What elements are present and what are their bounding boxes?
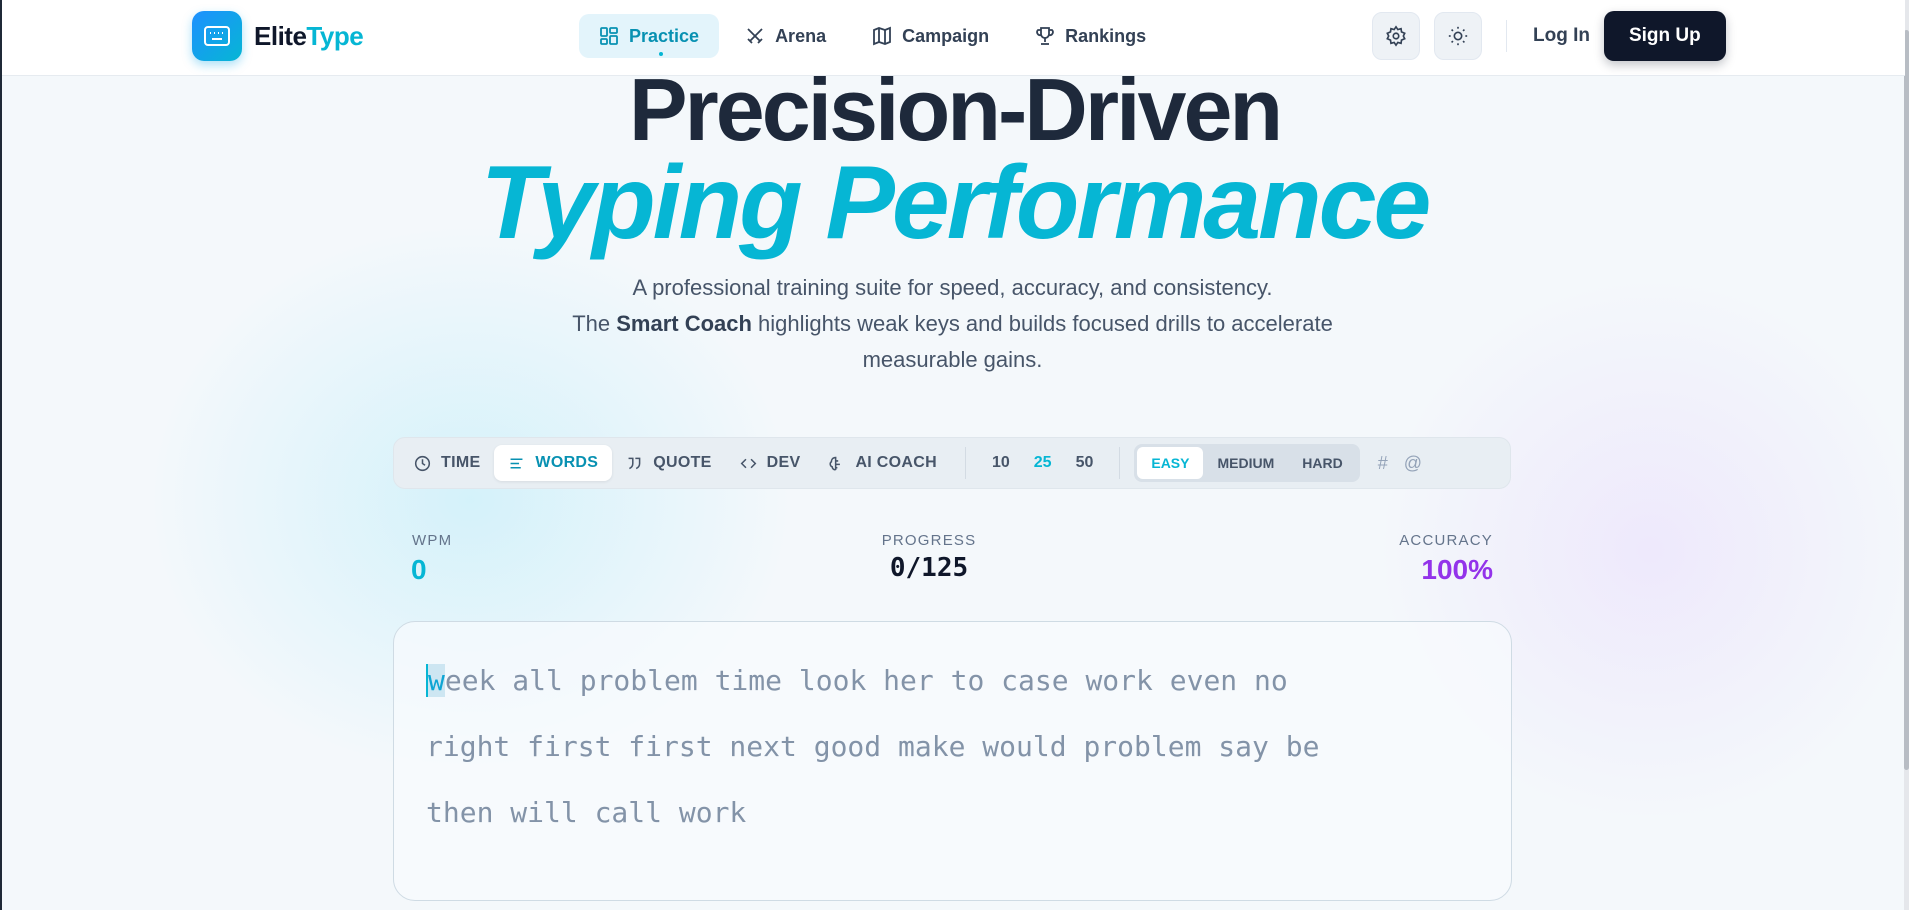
nav-rankings[interactable]: Rankings — [1015, 14, 1166, 58]
gear-icon — [1386, 25, 1406, 47]
numbers-toggle[interactable]: # — [1370, 453, 1396, 474]
nav-campaign[interactable]: Campaign — [852, 14, 1009, 58]
swords-icon — [747, 28, 763, 44]
nav-rankings-label: Rankings — [1065, 25, 1147, 46]
map-icon — [873, 26, 891, 46]
login-button[interactable]: Log In — [1519, 25, 1604, 47]
clock-icon — [414, 455, 431, 471]
test-config-toolbar: TIME WORDS QUOTE DEV AI COACH 10 25 50 E… — [393, 437, 1511, 489]
navbar: EliteType Practice Arena Campaign Rankin… — [2, 0, 1905, 76]
mode-quote[interactable]: QUOTE — [612, 445, 725, 481]
accuracy-label: ACCURACY — [1399, 532, 1493, 549]
count-25[interactable]: 25 — [1022, 454, 1064, 472]
theme-toggle-button[interactable] — [1434, 12, 1482, 60]
mode-dev[interactable]: DEV — [726, 445, 815, 481]
main-nav: Practice Arena Campaign Rankings — [579, 14, 1166, 58]
smart-coach-highlight: Smart Coach — [616, 311, 752, 336]
difficulty-easy[interactable]: EASY — [1137, 447, 1204, 479]
mode-words[interactable]: WORDS — [494, 445, 613, 481]
typing-line-2: right first first next good make would p… — [426, 730, 1320, 763]
grid-icon — [600, 27, 618, 45]
subtitle-line2: The Smart Coach highlights weak keys and… — [572, 311, 1333, 372]
mode-ai-coach[interactable]: AI COACH — [814, 445, 951, 481]
accuracy-value: 100% — [1421, 554, 1493, 585]
punctuation-toggle[interactable]: @ — [1396, 453, 1430, 474]
hero-subtitle: A professional training suite for speed,… — [530, 270, 1375, 378]
nav-arena[interactable]: Arena — [725, 14, 846, 58]
count-10[interactable]: 10 — [980, 454, 1022, 472]
progress-label: PROGRESS — [881, 532, 977, 549]
progress-value: 0/125 — [889, 553, 969, 583]
sun-icon — [1448, 26, 1468, 46]
quote-icon — [628, 457, 641, 469]
difficulty-selector: EASY MEDIUM HARD — [1134, 444, 1360, 482]
mode-time[interactable]: TIME — [400, 445, 494, 481]
brand-name: EliteType — [254, 20, 364, 51]
nav-actions: Log In Sign Up — [1372, 11, 1726, 61]
brain-icon — [829, 456, 841, 470]
settings-button[interactable] — [1372, 12, 1420, 60]
logo[interactable]: EliteType — [192, 11, 364, 61]
typing-area[interactable]: week all problem time look her to case w… — [393, 621, 1512, 901]
toolbar-divider — [1119, 447, 1121, 479]
code-icon — [740, 458, 757, 468]
nav-practice[interactable]: Practice — [579, 14, 720, 58]
active-indicator — [659, 52, 664, 56]
toolbar-divider — [964, 447, 966, 479]
signup-button[interactable]: Sign Up — [1603, 11, 1726, 61]
trophy-icon — [1036, 27, 1054, 45]
keyboard-icon — [192, 11, 242, 61]
typing-text: week all problem time look her to case w… — [426, 648, 1476, 846]
nav-campaign-label: Campaign — [902, 25, 990, 46]
typing-line-3: then will call work — [426, 796, 747, 829]
nav-practice-label: Practice — [629, 25, 700, 46]
typing-line-1: week all problem time look her to case w… — [426, 664, 1288, 697]
difficulty-hard[interactable]: HARD — [1288, 447, 1356, 479]
caret-char: w — [426, 664, 445, 697]
difficulty-medium[interactable]: MEDIUM — [1203, 447, 1288, 479]
divider — [1506, 20, 1507, 52]
lines-icon — [510, 457, 523, 469]
hero-title-line2: Typing Performance — [480, 145, 1432, 261]
nav-arena-label: Arena — [775, 25, 827, 46]
subtitle-line1: A professional training suite for speed,… — [632, 275, 1273, 300]
count-50[interactable]: 50 — [1064, 454, 1106, 472]
